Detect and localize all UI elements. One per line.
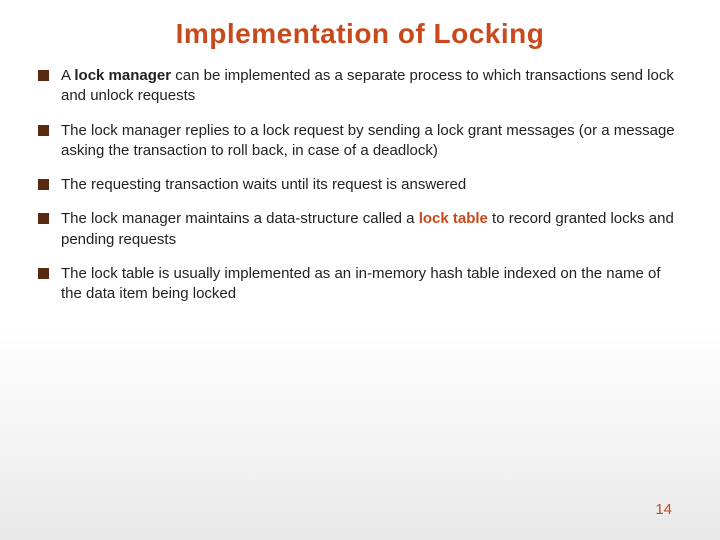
text-fragment: A [61,67,74,84]
text-fragment: The requesting transaction waits until i… [61,176,466,193]
slide-title: Implementation of Locking [0,0,720,56]
bullet-text: The requesting transaction waits until i… [61,175,682,195]
text-fragment: The lock table is usually implemented as… [61,265,661,302]
bold-term: lock manager [74,67,171,84]
slide: Implementation of Locking A lock manager… [0,0,720,540]
text-fragment: The lock manager maintains a data-struct… [61,210,419,227]
page-number: 14 [655,501,672,518]
slide-content: A lock manager can be implemented as a s… [0,56,720,304]
bullet-item: The lock manager replies to a lock reque… [38,121,682,162]
bullet-text: The lock manager replies to a lock reque… [61,121,682,162]
square-bullet-icon [38,125,49,136]
square-bullet-icon [38,213,49,224]
bullet-text: A lock manager can be implemented as a s… [61,66,682,107]
square-bullet-icon [38,179,49,190]
bullet-item: The lock manager maintains a data-struct… [38,209,682,250]
bullet-text: The lock manager maintains a data-struct… [61,209,682,250]
accent-term: lock table [419,210,488,227]
bullet-item: A lock manager can be implemented as a s… [38,66,682,107]
square-bullet-icon [38,70,49,81]
square-bullet-icon [38,268,49,279]
bullet-item: The lock table is usually implemented as… [38,264,682,305]
bullet-text: The lock table is usually implemented as… [61,264,682,305]
bullet-item: The requesting transaction waits until i… [38,175,682,195]
text-fragment: The lock manager replies to a lock reque… [61,122,675,159]
